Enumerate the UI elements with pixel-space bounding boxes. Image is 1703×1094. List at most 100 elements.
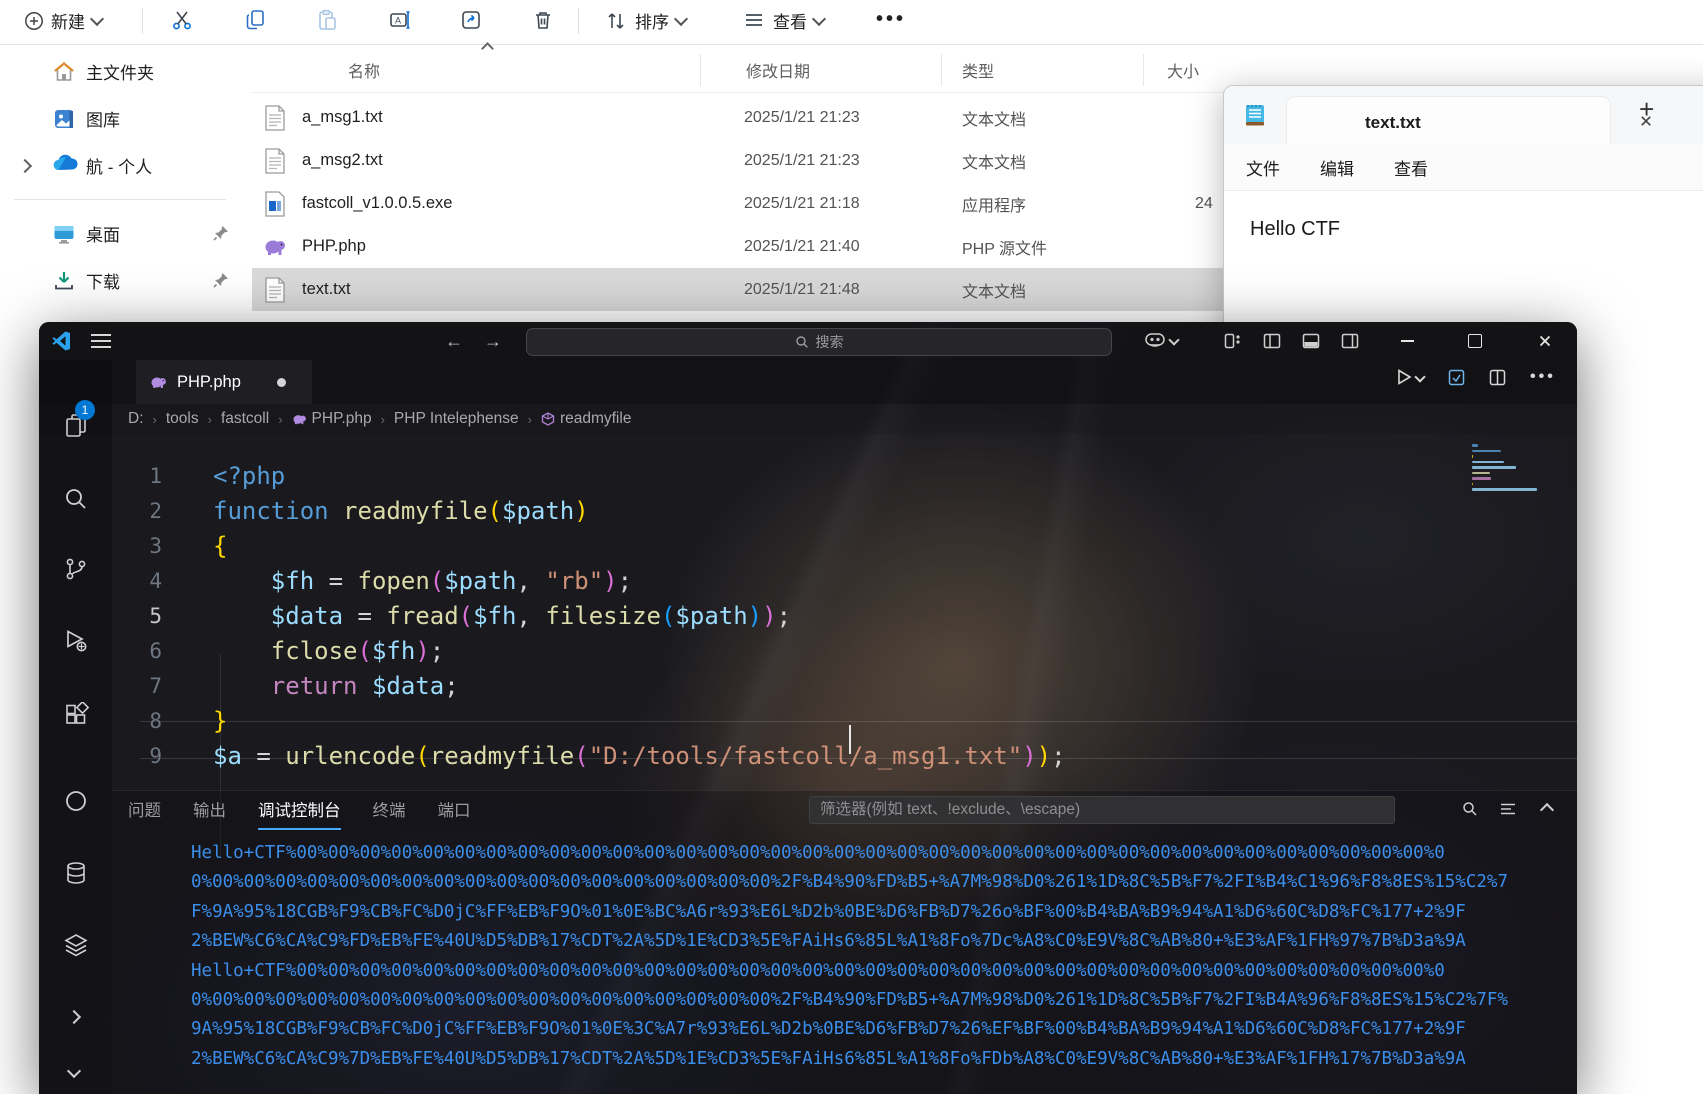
panel-tab-调试控制台[interactable]: 调试控制台 [258, 797, 341, 830]
column-header-type[interactable]: 类型 [962, 58, 1167, 82]
column-header-size[interactable]: 大小 [1167, 58, 1287, 82]
breadcrumb-item-PHP.php[interactable]: PHP.php [292, 410, 372, 428]
file-date: 2025/1/21 21:23 [744, 151, 860, 169]
forward-arrow-icon[interactable]: → [481, 331, 505, 352]
file-name: a_msg1.txt [302, 108, 383, 126]
toggle-secondary-sidebar-icon[interactable] [1341, 332, 1359, 350]
code-line-6: fclose($fh); [213, 634, 444, 669]
chevron-down-icon [673, 11, 689, 27]
file-type: 文本文档 [962, 111, 1027, 129]
source-control-icon[interactable] [63, 556, 89, 582]
notepad-tab[interactable]: text.txt [1286, 96, 1611, 145]
minimap-line [1472, 471, 1490, 474]
new-button[interactable]: 新建 [24, 8, 105, 33]
code-token: ; [444, 672, 459, 700]
more-button[interactable]: ••• [876, 8, 906, 31]
toggle-primary-sidebar-icon[interactable] [1263, 332, 1281, 350]
minimap[interactable] [1466, 437, 1570, 498]
new-tab-button[interactable]: + [1639, 94, 1654, 125]
run-button[interactable] [1397, 369, 1426, 385]
view-button-label: 查看 [773, 13, 807, 32]
chevron-down-icon[interactable] [66, 1063, 82, 1079]
rename-button[interactable]: A [388, 8, 412, 32]
vscode-titlebar[interactable]: ← → 搜索 [39, 322, 1577, 360]
debug-console-output[interactable]: Hello+CTF%00%00%00%00%00%00%00%00%00%00%… [191, 839, 1567, 1074]
maximize-button[interactable] [1452, 322, 1498, 360]
sidebar-item-主文件夹[interactable]: 主文件夹 [0, 48, 240, 95]
delete-button[interactable] [531, 8, 555, 32]
maximize-panel-icon[interactable] [1539, 802, 1555, 818]
explorer-sidebar: 主文件夹图库航 - 个人 桌面 下载 [0, 48, 240, 304]
circle-view-icon[interactable] [63, 788, 89, 814]
breadcrumb-label: PHP.php [311, 410, 372, 427]
breadcrumb-item-PHP Intelephense[interactable]: PHP Intelephense [394, 410, 519, 428]
notepad-titlebar[interactable]: text.txt + [1224, 86, 1703, 145]
sort-button[interactable]: 排序 [604, 8, 689, 33]
copy-button[interactable] [244, 8, 268, 32]
code-token: $a [213, 742, 242, 770]
menu-item-文件[interactable]: 文件 [1246, 155, 1280, 180]
command-center[interactable]: 搜索 [526, 328, 1112, 356]
copilot-button[interactable] [1145, 332, 1180, 348]
chevron-right-icon[interactable] [17, 158, 33, 173]
debug-filter-input[interactable] [809, 796, 1395, 824]
filter-search-icon[interactable] [1462, 801, 1478, 817]
txt-file-icon [252, 104, 298, 131]
split-editor-icon[interactable] [1489, 369, 1506, 386]
toggle-panel-icon[interactable] [1302, 332, 1320, 350]
output-settings-icon[interactable] [1500, 801, 1516, 817]
sidebar-item-下载[interactable]: 下载 [0, 257, 240, 304]
breadcrumb: D: › tools › fastcoll › PHP.php › PHP Intelephen… [39, 404, 1577, 434]
file-type: 文本文档 [962, 154, 1027, 172]
pin-icon [212, 224, 230, 242]
search-view-icon[interactable] [63, 486, 89, 512]
open-preview-icon[interactable] [1448, 369, 1465, 386]
column-divider[interactable] [700, 54, 701, 86]
close-button[interactable] [1522, 322, 1568, 360]
panel-tab-输出[interactable]: 输出 [193, 797, 226, 830]
panel-tab-问题[interactable]: 问题 [128, 797, 161, 830]
modified-dot-icon[interactable] [276, 377, 286, 387]
layers-icon[interactable] [63, 932, 89, 958]
column-divider[interactable] [1143, 54, 1144, 86]
back-arrow-icon[interactable]: ← [442, 331, 466, 352]
breadcrumb-item-readmyfile[interactable]: readmyfile [541, 410, 631, 428]
sidebar-item-label: 主文件夹 [86, 64, 154, 83]
menu-item-编辑[interactable]: 编辑 [1320, 155, 1354, 180]
share-icon [459, 8, 483, 32]
minimap-line [1472, 449, 1501, 452]
code-token: urlencode [285, 742, 416, 770]
extensions-icon[interactable] [63, 702, 89, 728]
editor-tab-phpphp[interactable]: PHP.php [136, 360, 312, 404]
more-actions-icon[interactable]: ••• [1530, 368, 1556, 386]
line-number: 5 [149, 604, 162, 628]
breadcrumb-label: fastcoll [220, 410, 270, 427]
sidebar-item-图库[interactable]: 图库 [0, 95, 240, 142]
paste-button[interactable] [315, 8, 339, 32]
column-header-name[interactable]: 名称 [298, 58, 744, 82]
chevron-right-icon[interactable] [66, 1009, 82, 1025]
breadcrumb-item-fastcoll[interactable]: fastcoll [221, 410, 269, 428]
code-token: ( [487, 497, 502, 525]
customize-layout-icon[interactable] [1224, 332, 1242, 350]
cut-button[interactable] [170, 8, 194, 32]
panel-tab-终端[interactable]: 终端 [373, 797, 406, 830]
minimize-button[interactable] [1384, 322, 1430, 360]
database-icon[interactable] [63, 860, 89, 886]
breadcrumb-item-tools[interactable]: tools [166, 410, 199, 428]
sidebar-item-桌面[interactable]: 桌面 [0, 210, 240, 257]
column-divider[interactable] [941, 54, 942, 86]
menu-item-查看[interactable]: 查看 [1394, 155, 1428, 180]
sidebar-item-航 - 个人[interactable]: 航 - 个人 [0, 142, 240, 189]
view-button[interactable]: 查看 [742, 8, 827, 33]
column-header-modified[interactable]: 修改日期 [744, 58, 962, 82]
breadcrumb-item-D:[interactable]: D: [128, 410, 144, 428]
code-editor[interactable]: 123456789 <?php function readmyfile($path… [112, 434, 1577, 857]
pin-icon [212, 271, 230, 289]
code-token: = [241, 742, 286, 770]
run-debug-icon[interactable] [63, 628, 89, 654]
share-button[interactable] [459, 8, 483, 32]
menu-icon[interactable] [91, 334, 111, 348]
panel-tab-端口[interactable]: 端口 [438, 797, 471, 830]
line-number: 9 [149, 744, 162, 768]
